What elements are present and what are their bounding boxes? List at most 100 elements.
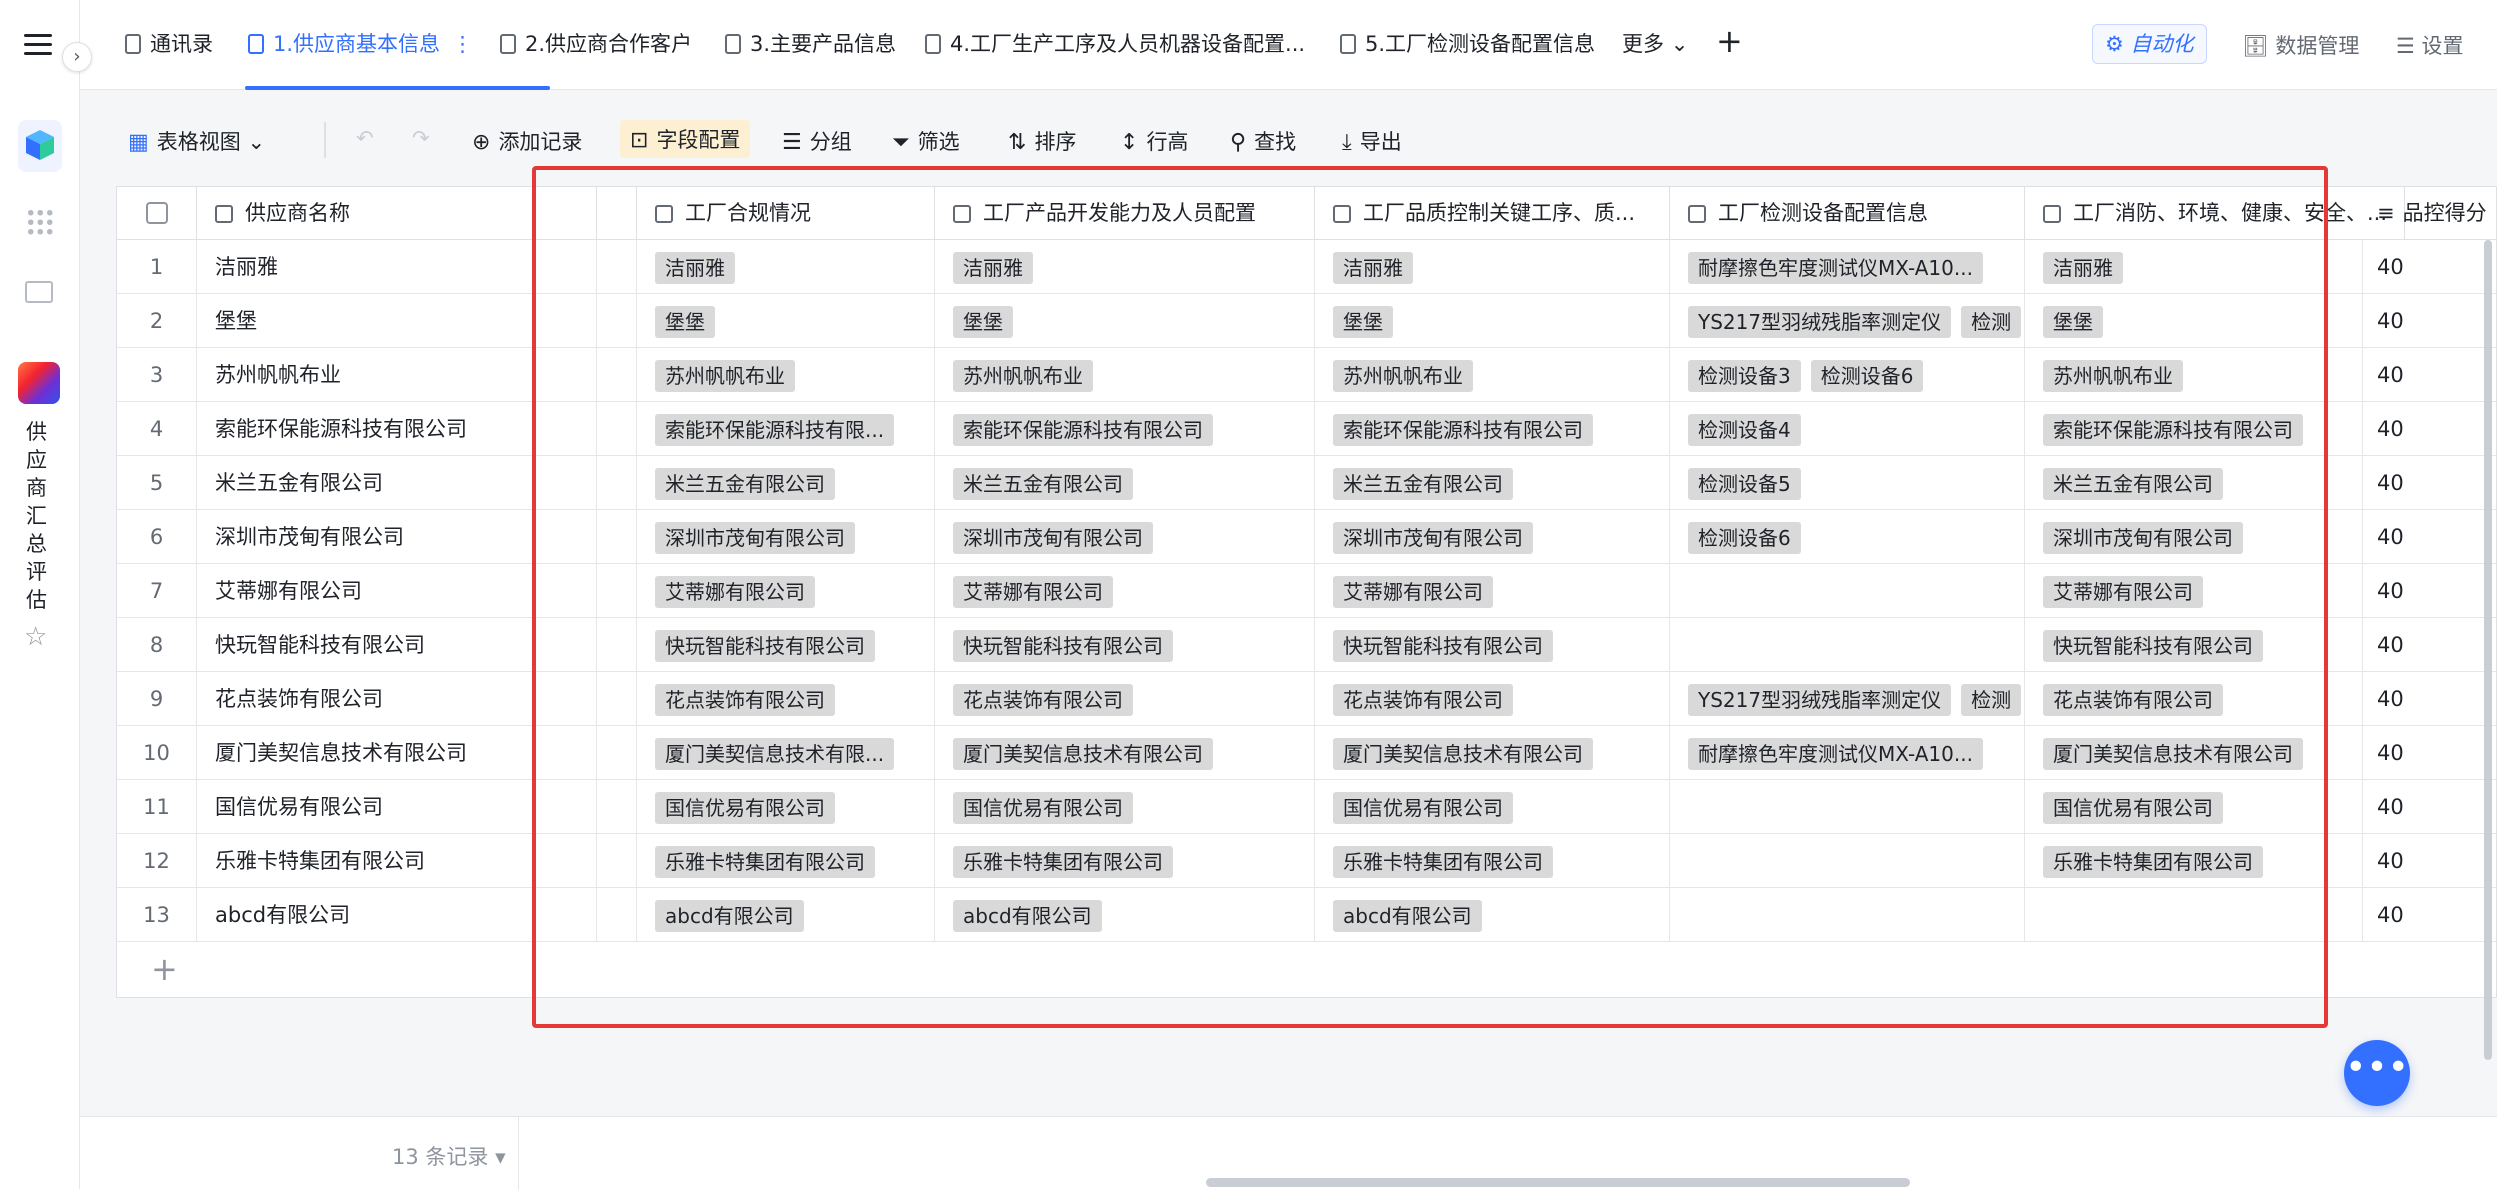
cell-fire-safety[interactable]: 索能环保能源科技有限公司	[2025, 402, 2363, 456]
cell-inspection-equipment[interactable]: 检测设备5	[1670, 456, 2025, 510]
cell-supplier-name[interactable]: 洁丽雅	[197, 240, 597, 294]
linked-record-tag[interactable]: 检测设备6	[1688, 522, 1801, 554]
cell-fire-safety[interactable]: 艾蒂娜有限公司	[2025, 564, 2363, 618]
cell-inspection-equipment[interactable]: 检测设备6	[1670, 510, 2025, 564]
folder-icon[interactable]	[25, 281, 53, 303]
cell-compliance[interactable]: 艾蒂娜有限公司	[637, 564, 935, 618]
cell-quality-control[interactable]: 乐雅卡特集团有限公司	[1315, 834, 1670, 888]
group-button[interactable]: ☰ 分组	[782, 126, 852, 156]
table-row[interactable]: 10 厦门美契信息技术有限公司 厦门美契信息技术有限... 厦门美契信息技术有限公司厦…	[117, 726, 2496, 780]
cell-dev-capability[interactable]: 洁丽雅	[935, 240, 1315, 294]
expand-sidebar-icon[interactable]: ›	[62, 42, 92, 72]
base-app-icon[interactable]	[18, 120, 62, 172]
cell-quality-control[interactable]: 索能环保能源科技有限公司	[1315, 402, 1670, 456]
cell-dev-capability[interactable]: 艾蒂娜有限公司	[935, 564, 1315, 618]
cell-compliance[interactable]: 索能环保能源科技有限...	[637, 402, 935, 456]
linked-record-tag[interactable]: YS217型羽绒残脂率测定仪	[1688, 684, 1952, 716]
linked-record-tag[interactable]: 快玩智能科技有限公司	[2043, 630, 2263, 662]
cell-supplier-name[interactable]: 乐雅卡特集团有限公司	[197, 834, 597, 888]
tab-supplier-customers[interactable]: 2.供应商合作客户	[500, 28, 692, 58]
column-header-quality-control[interactable]: 工厂品质控制关键工序、质...	[1315, 187, 1670, 240]
cell-qc-score[interactable]: 40	[2363, 510, 2497, 564]
cell-inspection-equipment[interactable]	[1670, 564, 2025, 618]
linked-record-tag[interactable]: 索能环保能源科技有限...	[655, 414, 895, 446]
cell-compliance[interactable]: 花点装饰有限公司	[637, 672, 935, 726]
cell-fire-safety[interactable]: 米兰五金有限公司	[2025, 456, 2363, 510]
tab-more[interactable]: 更多 ⌄	[1622, 28, 1688, 58]
view-switcher[interactable]: ▦ 表格视图 ⌄	[128, 126, 265, 156]
cell-fire-safety[interactable]: 厦门美契信息技术有限公司	[2025, 726, 2363, 780]
cell-dev-capability[interactable]: 乐雅卡特集团有限公司	[935, 834, 1315, 888]
cell-compliance[interactable]: abcd有限公司	[637, 888, 935, 942]
tab-more-dots-icon[interactable]: ⋮	[452, 32, 473, 56]
linked-record-tag[interactable]: 国信优易有限公司	[953, 792, 1133, 824]
linked-record-tag[interactable]: 深圳市茂甸有限公司	[655, 522, 855, 554]
cell-supplier-name[interactable]: abcd有限公司	[197, 888, 597, 942]
sort-button[interactable]: ⇅ 排序	[1008, 126, 1076, 156]
cell-fire-safety[interactable]: 乐雅卡特集团有限公司	[2025, 834, 2363, 888]
cell-dev-capability[interactable]: 深圳市茂甸有限公司	[935, 510, 1315, 564]
cell-dev-capability[interactable]: 快玩智能科技有限公司	[935, 618, 1315, 672]
cell-supplier-name[interactable]: 深圳市茂甸有限公司	[197, 510, 597, 564]
cell-qc-score[interactable]: 40	[2363, 294, 2497, 348]
linked-record-tag[interactable]: YS217型羽绒残脂率测定仪	[1688, 306, 1952, 338]
redo-icon[interactable]: ↷	[412, 126, 430, 150]
linked-record-tag[interactable]: 乐雅卡特集团有限公司	[655, 846, 875, 878]
linked-record-tag[interactable]: 苏州帆帆布业	[953, 360, 1093, 392]
linked-record-tag[interactable]: 洁丽雅	[655, 252, 735, 284]
linked-record-tag[interactable]: 苏州帆帆布业	[2043, 360, 2183, 392]
cell-supplier-name[interactable]: 米兰五金有限公司	[197, 456, 597, 510]
cell-compliance[interactable]: 国信优易有限公司	[637, 780, 935, 834]
cell-qc-score[interactable]: 40	[2363, 240, 2497, 294]
cell-compliance[interactable]: 乐雅卡特集团有限公司	[637, 834, 935, 888]
linked-record-tag[interactable]: 堡堡	[2043, 306, 2103, 338]
cell-quality-control[interactable]: 花点装饰有限公司	[1315, 672, 1670, 726]
table-row[interactable]: 2 堡堡 堡堡 堡堡 堡堡 YS217型羽绒残脂率测定仪 检测 堡堡 40	[117, 294, 2496, 348]
cell-inspection-equipment[interactable]: YS217型羽绒残脂率测定仪 检测	[1670, 294, 2025, 348]
linked-record-tag[interactable]: 快玩智能科技有限公司	[655, 630, 875, 662]
cell-dev-capability[interactable]: 米兰五金有限公司	[935, 456, 1315, 510]
column-header-inspection-equipment[interactable]: 工厂检测设备配置信息	[1670, 187, 2025, 240]
cell-inspection-equipment[interactable]: 检测设备4	[1670, 402, 2025, 456]
cell-compliance[interactable]: 堡堡	[637, 294, 935, 348]
linked-record-tag[interactable]: 艾蒂娜有限公司	[953, 576, 1113, 608]
linked-record-tag[interactable]: 苏州帆帆布业	[655, 360, 795, 392]
cell-inspection-equipment[interactable]	[1670, 834, 2025, 888]
app-logo-icon[interactable]	[18, 362, 60, 404]
cell-fire-safety[interactable]: 苏州帆帆布业	[2025, 348, 2363, 402]
cell-dev-capability[interactable]: 厦门美契信息技术有限公司	[935, 726, 1315, 780]
more-actions-button[interactable]: •••	[2344, 1040, 2410, 1106]
linked-record-tag[interactable]: 耐摩擦色牢度测试仪MX-A10...	[1688, 252, 1983, 284]
linked-record-tag[interactable]: 国信优易有限公司	[655, 792, 835, 824]
linked-record-tag[interactable]: 厦门美契信息技术有限公司	[2043, 738, 2303, 770]
vertical-scrollbar[interactable]	[2484, 240, 2492, 1060]
export-button[interactable]: ⤓ 导出	[1342, 126, 1402, 156]
cell-compliance[interactable]: 洁丽雅	[637, 240, 935, 294]
linked-record-tag[interactable]: 米兰五金有限公司	[2043, 468, 2223, 500]
linked-record-tag[interactable]: 苏州帆帆布业	[1333, 360, 1473, 392]
linked-record-tag[interactable]: 深圳市茂甸有限公司	[1333, 522, 1533, 554]
cell-quality-control[interactable]: 厦门美契信息技术有限公司	[1315, 726, 1670, 780]
cell-qc-score[interactable]: 40	[2363, 834, 2497, 888]
linked-record-tag[interactable]: 艾蒂娜有限公司	[655, 576, 815, 608]
settings-button[interactable]: ☰ 设置	[2396, 30, 2464, 60]
cell-qc-score[interactable]: 40	[2363, 348, 2497, 402]
cell-quality-control[interactable]: 深圳市茂甸有限公司	[1315, 510, 1670, 564]
apps-grid-icon[interactable]	[26, 208, 54, 236]
table-row[interactable]: 6 深圳市茂甸有限公司 深圳市茂甸有限公司 深圳市茂甸有限公司 深圳市茂甸有限公司 检测设…	[117, 510, 2496, 564]
tab-supplier-basic-info[interactable]: 1.供应商基本信息 ⋮	[248, 28, 473, 58]
cell-quality-control[interactable]: 米兰五金有限公司	[1315, 456, 1670, 510]
linked-record-tag[interactable]: 乐雅卡特集团有限公司	[953, 846, 1173, 878]
linked-record-tag[interactable]: 检测设备6	[1810, 360, 1924, 392]
cell-quality-control[interactable]: 艾蒂娜有限公司	[1315, 564, 1670, 618]
table-row[interactable]: 8 快玩智能科技有限公司 快玩智能科技有限公司 快玩智能科技有限公司 快玩智能科技有限公…	[117, 618, 2496, 672]
linked-record-tag[interactable]: 快玩智能科技有限公司	[953, 630, 1173, 662]
cell-fire-safety[interactable]: 快玩智能科技有限公司	[2025, 618, 2363, 672]
cell-qc-score[interactable]: 40	[2363, 726, 2497, 780]
linked-record-tag[interactable]: 乐雅卡特集团有限公司	[2043, 846, 2263, 878]
linked-record-tag[interactable]: 花点装饰有限公司	[953, 684, 1133, 716]
linked-record-tag[interactable]: 洁丽雅	[2043, 252, 2123, 284]
data-management-button[interactable]: 🗄 数据管理	[2242, 30, 2359, 60]
cell-qc-score[interactable]: 40	[2363, 888, 2497, 942]
cell-quality-control[interactable]: 国信优易有限公司	[1315, 780, 1670, 834]
